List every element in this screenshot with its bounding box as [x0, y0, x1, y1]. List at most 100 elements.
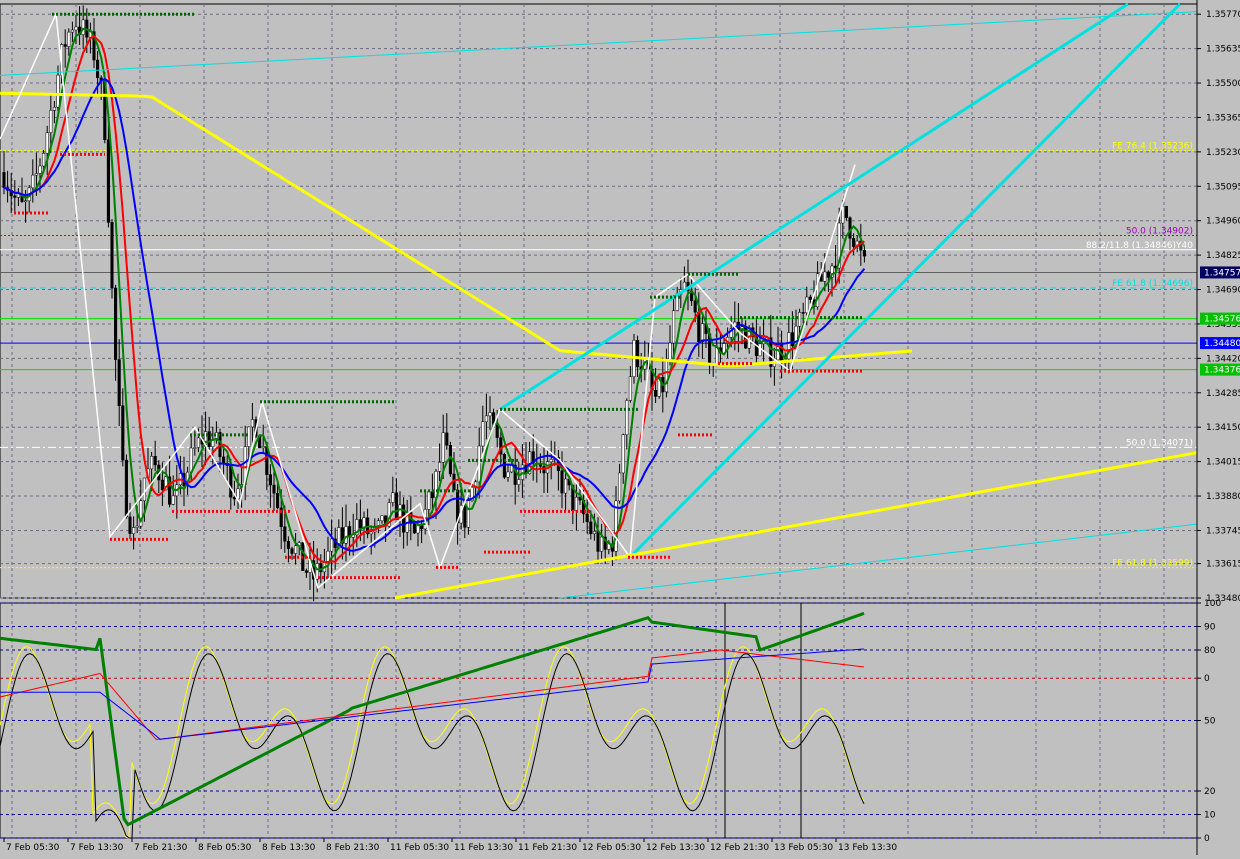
price-box-label: 1.34576 — [1204, 315, 1240, 325]
candle-body — [114, 287, 118, 360]
candle-body — [81, 19, 85, 35]
candle-body — [70, 29, 74, 33]
candle-body — [823, 271, 827, 282]
candle-body — [117, 359, 121, 406]
candle-body — [63, 44, 67, 47]
candle-body — [232, 497, 236, 500]
price-level-label: 50.0 (1.34071) — [1126, 438, 1193, 448]
price-box-label: 1.34376 — [1204, 366, 1240, 376]
candle-body — [463, 504, 467, 528]
y-tick-label: 1.34420 — [1206, 354, 1240, 364]
candle-body — [805, 296, 809, 314]
candle-body — [49, 110, 53, 133]
main-plot-frame — [0, 3, 1198, 599]
candle-body — [142, 477, 146, 502]
candle-body — [304, 570, 308, 573]
x-tick-label: 8 Feb 13:30 — [262, 843, 316, 853]
candle-body — [488, 412, 492, 417]
channel-thin-upper — [0, 11, 1198, 76]
candle-body — [758, 343, 762, 357]
candle-body — [229, 465, 233, 498]
candle-body — [560, 470, 564, 494]
x-tick-label: 11 Feb 05:30 — [390, 843, 449, 853]
candle-body — [517, 479, 521, 485]
osc-tick-label: 10 — [1204, 811, 1216, 821]
price-level-label: FE 61.8 (1.33599) — [1112, 559, 1193, 569]
candle-body — [844, 205, 848, 218]
chart-window: 1.35770 1.35635 1.35500 1.35365 1.35230 1.350… — [0, 0, 1240, 855]
candle-body — [481, 421, 485, 447]
candle-body — [585, 513, 589, 523]
candle-body — [330, 538, 334, 552]
x-tick-label: 13 Feb 05:30 — [774, 843, 833, 853]
candle-body — [801, 312, 805, 314]
candle-body — [121, 405, 125, 461]
candle-body — [283, 526, 287, 542]
price-level-label: FE 61.8 (1.34696) — [1112, 279, 1193, 289]
candle-body — [549, 459, 553, 463]
candle-body — [506, 471, 510, 478]
candle-body — [441, 432, 445, 463]
candle-body — [574, 496, 578, 512]
x-tick-label: 7 Feb 21:30 — [134, 843, 188, 853]
candle-body — [697, 311, 701, 343]
candle-body — [52, 106, 56, 111]
x-tick-label: 7 Feb 05:30 — [6, 843, 60, 853]
candle-body — [542, 466, 546, 474]
x-tick-label: 11 Feb 13:30 — [454, 843, 513, 853]
candle-body — [135, 525, 139, 528]
candle-body — [294, 545, 298, 554]
candle-body — [380, 515, 384, 522]
candle-body — [412, 523, 416, 534]
candle-body — [34, 173, 38, 176]
osc-tick-label: 80 — [1204, 646, 1216, 656]
osc-fast-yellow — [0, 646, 865, 839]
candle-body — [621, 434, 625, 474]
candle-body — [592, 531, 596, 535]
x-tick-label: 7 Feb 13:30 — [70, 843, 124, 853]
candle-body — [189, 447, 193, 473]
candle-body — [196, 437, 200, 448]
candle-body — [700, 323, 704, 343]
candle-body — [654, 390, 658, 397]
candle-body — [369, 531, 373, 535]
candle-body — [290, 548, 294, 554]
channel-lower-line — [628, 2, 1182, 559]
candle-body — [808, 296, 812, 300]
candle-body — [668, 342, 672, 362]
candle-body — [636, 340, 640, 368]
candle-body — [596, 531, 600, 552]
candle-body — [24, 200, 28, 203]
candle-body — [358, 519, 362, 529]
y-tick-label: 1.35095 — [1206, 182, 1240, 192]
candle-body — [124, 459, 128, 518]
candle-body — [31, 174, 35, 189]
price-box-label: 1.34480 — [1204, 339, 1240, 349]
candle-body — [625, 400, 629, 436]
candle-body — [171, 495, 175, 505]
candle-body — [193, 447, 197, 449]
y-tick-label: 1.34015 — [1206, 458, 1240, 468]
candle-body — [427, 491, 431, 510]
candle-body — [495, 424, 499, 438]
candle-body — [74, 26, 78, 31]
y-tick-label: 1.34690 — [1206, 286, 1240, 296]
candle-body — [564, 478, 568, 494]
x-tick-label: 12 Feb 13:30 — [646, 843, 705, 853]
candle-body — [150, 456, 154, 470]
candle-body — [38, 165, 42, 174]
candle-body — [45, 132, 49, 154]
candle-body — [250, 419, 254, 428]
candle-body — [715, 347, 719, 365]
candle-body — [132, 527, 136, 534]
candle-body — [286, 540, 290, 549]
channel-upper-line — [499, 2, 1129, 411]
candle-body — [600, 536, 604, 552]
candle-body — [693, 300, 697, 313]
candle-body — [96, 59, 100, 79]
candle-body — [160, 479, 164, 491]
oscillator-plot-frame — [0, 602, 1198, 839]
candle-body — [319, 563, 323, 573]
osc-tick-label: 0 — [1204, 834, 1210, 844]
x-tick-label: 12 Feb 21:30 — [710, 843, 769, 853]
